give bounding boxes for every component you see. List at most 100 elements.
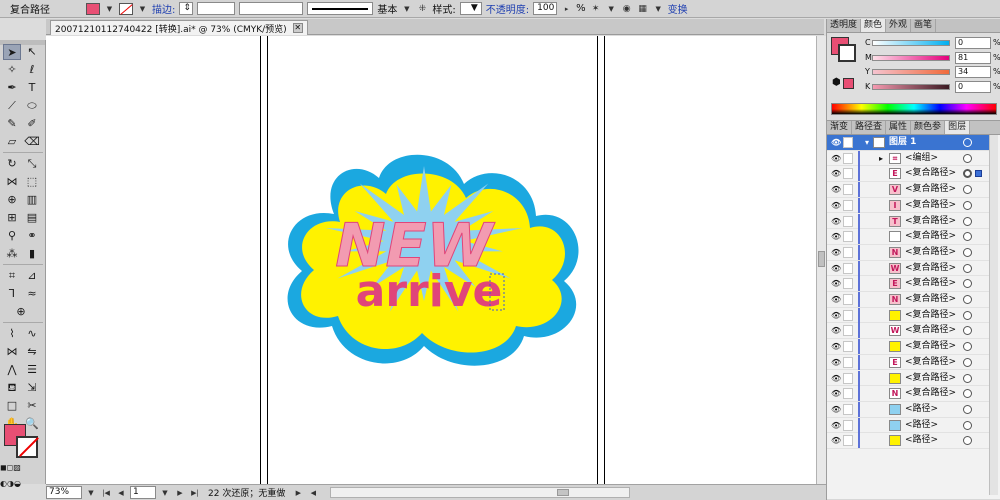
layer-name[interactable]: 图层 1 — [889, 135, 916, 150]
item-target-icon[interactable] — [963, 263, 972, 273]
twirl-tool-icon[interactable]: ∿ — [23, 326, 41, 342]
color-panel-tab[interactable]: 外观 — [886, 19, 912, 32]
lock-toggle[interactable] — [843, 294, 853, 305]
lock-toggle[interactable] — [843, 231, 853, 243]
lock-toggle[interactable] — [843, 215, 853, 227]
scroll-left-icon[interactable]: ◀ — [307, 487, 319, 499]
lock-toggle[interactable] — [843, 262, 853, 274]
previous-artboard-icon[interactable]: ◀ — [115, 487, 127, 499]
stroke-weight-dropdown[interactable] — [197, 2, 236, 15]
lock-toggle[interactable] — [843, 325, 853, 337]
eraser-tool-icon[interactable]: ⌫ — [23, 134, 41, 150]
item-target-icon[interactable] — [963, 216, 972, 226]
align-dropdown-icon[interactable]: ▼ — [653, 3, 664, 15]
lock-toggle[interactable] — [843, 137, 853, 148]
item-name[interactable]: <路径> — [905, 433, 938, 448]
opacity-label[interactable]: 不透明度: — [486, 1, 529, 16]
visibility-eye-icon[interactable]: 👁 — [831, 374, 841, 383]
item-name[interactable]: <复合路径> — [905, 308, 956, 323]
recolor-dropdown-icon[interactable]: ▼ — [606, 3, 617, 15]
next-artboard-icon[interactable]: ▶ — [174, 487, 186, 499]
visibility-eye-icon[interactable]: 👁 — [831, 232, 841, 241]
visibility-eye-icon[interactable]: 👁 — [831, 201, 841, 210]
first-artboard-icon[interactable]: |◀ — [100, 487, 112, 499]
color-mode-icon[interactable]: ◼◻▨ — [0, 460, 21, 476]
lock-toggle[interactable] — [843, 388, 853, 400]
visibility-eye-icon[interactable]: 👁 — [831, 436, 841, 445]
blob-brush-tool-icon[interactable]: ▱ — [3, 134, 21, 150]
line-tool-icon[interactable]: ⟋ — [3, 98, 21, 114]
lasso-tool-icon[interactable]: ℓ — [23, 62, 41, 78]
layer-item-row[interactable]: 👁 E <复合路径> — [827, 354, 997, 371]
document-tab[interactable]: 20071210112740422 [转换].ai* @ 73% (CMYK/预… — [50, 20, 308, 35]
item-target-icon[interactable] — [963, 247, 972, 257]
blend-tool-icon[interactable]: ⚭ — [23, 228, 41, 244]
item-name[interactable]: <复合路径> — [905, 292, 956, 307]
close-icon[interactable]: ✕ — [292, 23, 303, 33]
style-dropdown[interactable]: ▼ — [459, 2, 482, 15]
transform-link[interactable]: 变换 — [668, 1, 688, 16]
bloat-tool-icon[interactable]: ⇋ — [23, 344, 41, 360]
item-target-icon[interactable] — [963, 420, 972, 430]
last-artboard-icon[interactable]: ▶| — [189, 487, 201, 499]
horizontal-scroll-thumb[interactable] — [557, 489, 570, 496]
layer-item-row[interactable]: 👁 N <复合路径> — [827, 386, 997, 402]
visibility-eye-icon[interactable]: 👁 — [831, 358, 841, 367]
artboard-tool-icon[interactable]: ⌗ — [3, 268, 21, 284]
layer-item-row[interactable]: 👁 N <复合路径> — [827, 292, 997, 308]
layer-item-row[interactable]: 👁 E <复合路径> — [827, 276, 997, 292]
artboard-dropdown-icon[interactable]: ▼ — [159, 487, 171, 499]
layer-item-row[interactable]: 👁 V <复合路径> — [827, 182, 997, 198]
layer-item-row[interactable]: 👁 E <复合路径> — [827, 166, 997, 183]
rectangle-tool-icon[interactable]: □ — [3, 398, 21, 414]
item-target-icon[interactable] — [963, 389, 972, 399]
item-name[interactable]: <复合路径> — [905, 339, 956, 354]
color-panel-tab[interactable]: 画笔 — [911, 19, 937, 32]
item-target-icon[interactable] — [963, 295, 972, 304]
layers-panel-tab[interactable]: 路径查 — [852, 121, 887, 134]
item-name[interactable]: <复合路径> — [905, 371, 956, 386]
symbol-sprayer-tool-icon[interactable]: ⁂ — [3, 246, 21, 262]
layer-item-row[interactable]: 👁 <路径> — [827, 433, 997, 449]
item-name[interactable]: <复合路径> — [905, 276, 956, 291]
rotate-tool-icon[interactable]: ↻ — [3, 156, 21, 172]
stroke-none-swatch[interactable] — [119, 2, 133, 15]
visibility-eye-icon[interactable]: 👁 — [831, 248, 841, 257]
item-target-icon[interactable] — [963, 169, 972, 179]
warp-tool-icon[interactable]: ⌇ — [3, 326, 21, 342]
visibility-eye-icon[interactable]: 👁 — [831, 342, 841, 351]
color-panel-tab[interactable]: 透明度 — [827, 19, 862, 32]
item-target-icon[interactable] — [963, 326, 972, 336]
opacity-field[interactable]: 100 — [533, 2, 558, 15]
layer-item-row[interactable]: 👁 <复合路径> — [827, 339, 997, 355]
item-name[interactable]: <复合路径> — [905, 386, 956, 401]
recolor-icon[interactable]: ✶ — [590, 3, 602, 15]
measure-tool-icon[interactable]: ⇲ — [23, 380, 41, 396]
layer-item-row[interactable]: 👁 N <复合路径> — [827, 244, 997, 261]
wrinkle-tool-icon[interactable]: ☰ — [23, 362, 41, 378]
lock-toggle[interactable] — [843, 152, 853, 164]
brush-profile-preview[interactable] — [307, 2, 374, 15]
zoom-dropdown-icon[interactable]: ▼ — [85, 487, 97, 499]
layers-panel-tab[interactable]: 颜色参 — [911, 121, 946, 134]
lock-toggle[interactable] — [843, 372, 853, 384]
slice-tool-icon[interactable]: ⊿ — [23, 268, 41, 284]
channel-value-field[interactable]: 0 — [955, 37, 991, 49]
layer-item-row[interactable]: 👁 <复合路径> — [827, 229, 997, 245]
item-target-icon[interactable] — [963, 342, 972, 352]
free-transform-tool-icon[interactable]: ⬚ — [23, 174, 41, 190]
item-target-icon[interactable] — [963, 200, 972, 210]
item-target-icon[interactable] — [963, 373, 972, 383]
item-name[interactable]: <复合路径> — [905, 214, 956, 229]
artboard-number-field[interactable]: 1 — [130, 486, 156, 499]
channel-slider[interactable] — [872, 40, 950, 46]
item-target-icon[interactable] — [963, 404, 972, 414]
bucket-tool-icon[interactable]: ⛾ — [3, 380, 21, 396]
visibility-eye-icon[interactable]: 👁 — [831, 169, 841, 178]
layer-item-row[interactable]: 👁 <路径> — [827, 401, 997, 418]
channel-slider[interactable] — [872, 69, 950, 75]
layer-item-row[interactable]: 👁 <复合路径> — [827, 307, 997, 324]
pucker-tool-icon[interactable]: ⋈ — [3, 344, 21, 360]
new-arrive-artwork[interactable]: NEW arrive — [274, 136, 594, 396]
item-target-icon[interactable] — [963, 310, 972, 320]
